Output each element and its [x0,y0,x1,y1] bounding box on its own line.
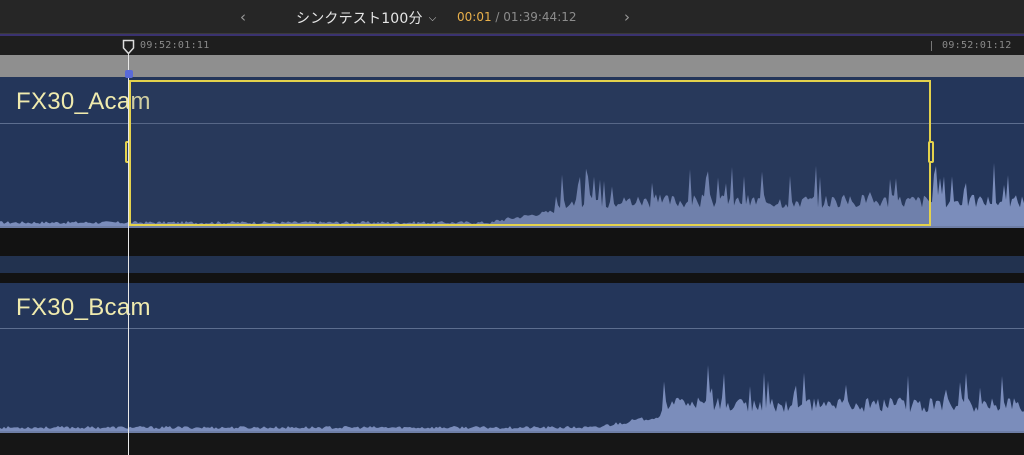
playhead-line [128,50,129,455]
timeline-ruler[interactable]: 09:52:01:11 09:52:01:12 [0,36,1024,55]
timeline-bottom [0,433,1024,455]
playhead-icon[interactable] [122,39,135,55]
range-strip[interactable] [0,55,1024,77]
timecode-separator: / [495,10,500,24]
range-selection[interactable] [129,80,931,226]
project-name: シンクテスト100分 [296,11,423,27]
chevron-left-icon: ‹ [240,8,246,26]
project-menu[interactable]: シンクテスト100分 ⌵ [296,8,436,28]
ruler-tick [931,41,932,51]
clip-divider [0,328,1024,329]
track-gap [0,273,1024,283]
clip-fx30-bcam[interactable]: FX30_Bcam [0,283,1024,433]
current-timecode: 00:01 [457,10,492,24]
track-gap-clip [0,256,1024,273]
ruler-label: 09:52:01:12 [942,40,1012,51]
playhead-marker [125,70,133,78]
audio-waveform [0,365,1024,433]
duration-timecode: 01:39:44:12 [503,10,577,24]
next-project-button[interactable]: › [616,6,638,28]
previous-project-button[interactable]: ‹ [232,6,254,28]
chevron-right-icon: › [624,8,630,26]
selection-end-handle[interactable] [928,141,934,163]
timeline-header: ‹ シンクテスト100分 ⌵ 00:01 / 01:39:44:12 › [0,0,1024,34]
waveform-shape [0,365,1024,431]
timecode-display: 00:01 / 01:39:44:12 [457,10,577,24]
ruler-label: 09:52:01:11 [140,40,210,51]
clip-name: FX30_Bcam [16,294,151,321]
track-gap [0,228,1024,256]
chevron-down-icon: ⌵ [428,12,437,24]
